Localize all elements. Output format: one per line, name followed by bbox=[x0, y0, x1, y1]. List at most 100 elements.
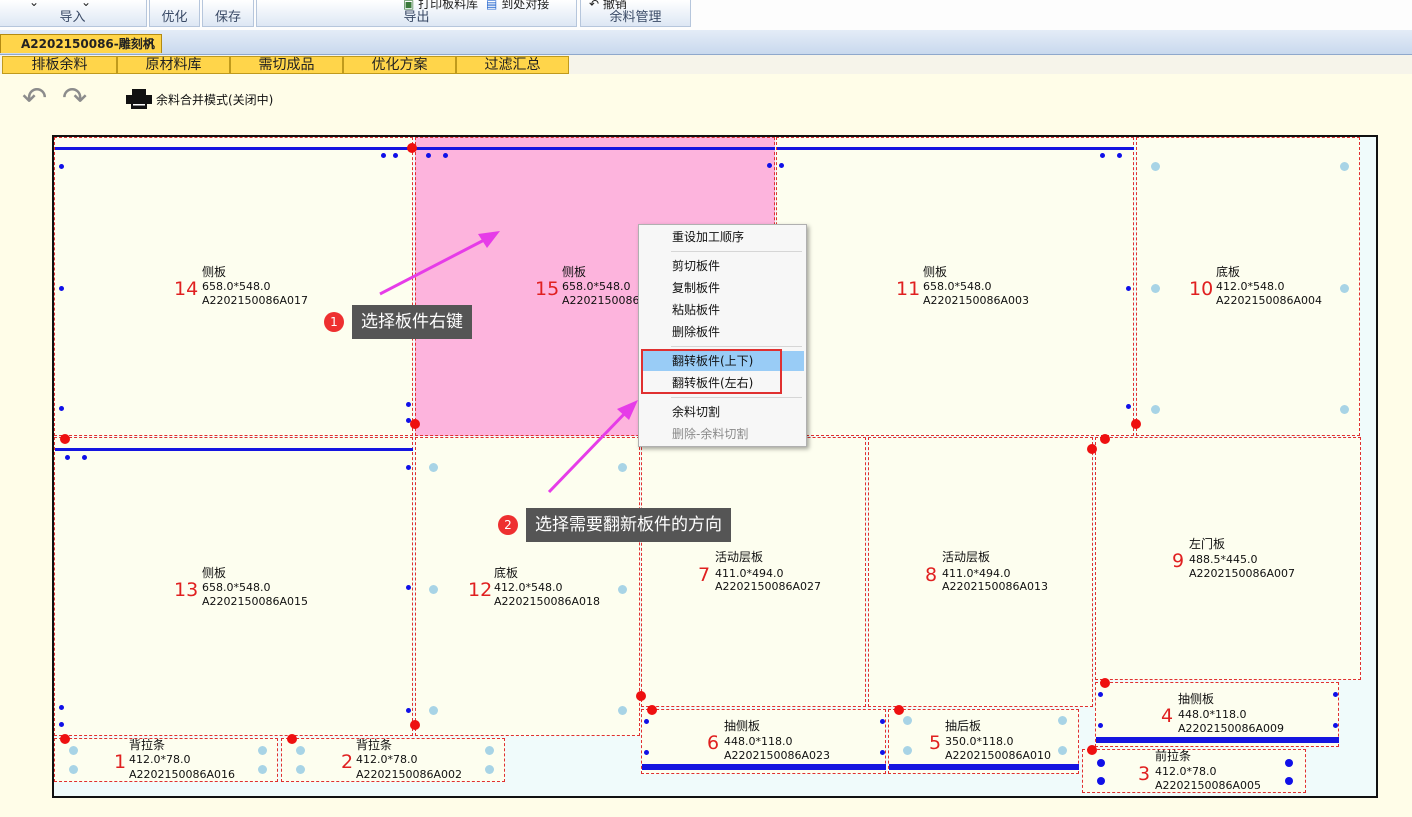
hole bbox=[767, 163, 772, 168]
panel-dimension: 412.0*78.0 bbox=[1155, 765, 1217, 778]
panel-6[interactable]: 6 抽侧板 448.0*118.0 A2202150086A023 bbox=[641, 709, 886, 774]
panel-name: 侧板 bbox=[923, 265, 948, 279]
redo-icon[interactable]: ↷ bbox=[62, 84, 87, 114]
hole bbox=[644, 750, 649, 755]
tab-material-library[interactable]: 原材料库 bbox=[117, 56, 230, 74]
hole bbox=[406, 708, 411, 713]
panel-13[interactable]: 13 侧板 658.0*548.0 A2202150086A015 bbox=[54, 437, 413, 736]
panel-number: 9 bbox=[1172, 550, 1185, 572]
callout-2: 选择需要翻新板件的方向 bbox=[526, 508, 731, 542]
hole bbox=[59, 705, 64, 710]
hole bbox=[903, 716, 912, 725]
hole bbox=[406, 585, 411, 590]
panel-number: 15 bbox=[535, 278, 560, 300]
panel-name: 侧板 bbox=[202, 265, 227, 279]
hole bbox=[59, 406, 64, 411]
panel-3[interactable]: 3 前拉条 412.0*78.0 A2202150086A005 bbox=[1082, 749, 1306, 793]
panel-number: 10 bbox=[1189, 278, 1214, 300]
panel-name: 侧板 bbox=[562, 265, 587, 279]
panel-5[interactable]: 5 抽后板 350.0*118.0 A2202150086A010 bbox=[888, 709, 1079, 774]
undo-icon[interactable]: ↶ bbox=[22, 84, 47, 114]
panel-12[interactable]: 12 底板 412.0*548.0 A2202150086A018 bbox=[415, 437, 640, 736]
sub-tab-bar: 排板余料 原材料库 需切成品 优化方案 过滤汇总 bbox=[0, 55, 1412, 74]
menu-item-cut-panel[interactable]: 剪切板件 bbox=[641, 256, 804, 276]
menu-item-delete-panel[interactable]: 删除板件 bbox=[641, 322, 804, 342]
panel-4[interactable]: 4 抽侧板 448.0*118.0 A2202150086A009 bbox=[1095, 682, 1339, 747]
panel-code: A2202150086A017 bbox=[202, 294, 309, 307]
dock-export-button[interactable]: 到处对接 bbox=[501, 0, 549, 11]
tab-cut-products[interactable]: 需切成品 bbox=[230, 56, 343, 74]
ribbon-group-label: 余料管理 bbox=[609, 10, 662, 25]
panel-dimension: 658.0*548.0 bbox=[562, 280, 631, 293]
panel-1[interactable]: 1 背拉条 412.0*78.0 A2202150086A016 bbox=[54, 738, 278, 782]
panel-code: A2202150086A018 bbox=[494, 595, 601, 608]
close-icon[interactable]: × bbox=[145, 35, 156, 53]
menu-item-paste-panel[interactable]: 粘贴板件 bbox=[641, 300, 804, 320]
ribbon-group-optimize[interactable]: 优化 bbox=[149, 0, 200, 27]
cut-start-marker bbox=[647, 705, 657, 715]
tab-filter-summary[interactable]: 过滤汇总 bbox=[456, 56, 569, 74]
hole bbox=[393, 153, 398, 158]
panel-number: 8 bbox=[925, 564, 938, 586]
menu-item-reset-order[interactable]: 重设加工顺序 bbox=[641, 227, 804, 247]
panel-dimension: 658.0*548.0 bbox=[202, 581, 271, 594]
hole bbox=[59, 722, 64, 727]
tab-optimize-plan[interactable]: 优化方案 bbox=[343, 56, 456, 74]
panel-number: 12 bbox=[468, 579, 493, 601]
ribbon-group-label: 导入 bbox=[59, 10, 86, 25]
hole bbox=[1100, 153, 1105, 158]
panel-code: A2202150086A003 bbox=[923, 294, 1030, 307]
hole bbox=[443, 153, 448, 158]
menu-item-copy-panel[interactable]: 复制板件 bbox=[641, 278, 804, 298]
panel-code: A2202150086A004 bbox=[1216, 294, 1323, 307]
ribbon: ⌄ ⌄ 导入 优化 保存 ▣ 打印板料库 ▤ 到处对接 导出 ↶ 撤销 余料管理 bbox=[0, 0, 1412, 30]
context-menu: 重设加工顺序 剪切板件 复制板件 粘贴板件 删除板件 翻转板件(上下) 翻转板件… bbox=[638, 224, 807, 447]
panel-dimension: 412.0*548.0 bbox=[494, 581, 563, 594]
edge-band bbox=[416, 147, 775, 150]
edge-band bbox=[1096, 737, 1339, 743]
menu-item-remnant-cut[interactable]: 余料切割 bbox=[641, 402, 804, 422]
panel-10[interactable]: 10 底板 412.0*548.0 A2202150086A004 bbox=[1136, 137, 1360, 436]
panel-dimension: 412.0*78.0 bbox=[356, 753, 418, 766]
remnant-merge-mode-toggle[interactable]: 余料合并模式(关闭中) bbox=[156, 91, 273, 108]
panel-name: 底板 bbox=[494, 566, 519, 580]
edge-band bbox=[777, 147, 1134, 150]
panel-dimension: 411.0*494.0 bbox=[715, 567, 784, 580]
hole bbox=[1126, 286, 1131, 291]
ribbon-group-import[interactable]: ⌄ ⌄ 导入 bbox=[0, 0, 147, 27]
hole bbox=[429, 463, 438, 472]
edge-band bbox=[55, 448, 413, 451]
hole bbox=[65, 455, 70, 460]
document-tab[interactable]: A2202150086-雕刻机 × bbox=[0, 34, 162, 53]
ribbon-group-export: ▣ 打印板料库 ▤ 到处对接 导出 bbox=[256, 0, 577, 27]
printer-icon[interactable] bbox=[126, 89, 154, 109]
panel-9[interactable]: 9 左门板 488.5*445.0 A2202150086A007 bbox=[1095, 437, 1361, 680]
tab-layout-remnant[interactable]: 排板余料 bbox=[2, 56, 117, 74]
panel-dimension: 411.0*494.0 bbox=[942, 567, 1011, 580]
callout-badge-1: 1 bbox=[324, 312, 344, 332]
hole bbox=[296, 746, 305, 755]
panel-number: 13 bbox=[174, 579, 199, 601]
hole bbox=[485, 746, 494, 755]
edge-band bbox=[55, 147, 413, 150]
panel-2[interactable]: 2 背拉条 412.0*78.0 A2202150086A002 bbox=[281, 738, 505, 782]
hole bbox=[1285, 777, 1293, 785]
cut-start-marker bbox=[1087, 745, 1097, 755]
ribbon-group-save[interactable]: 保存 bbox=[202, 0, 254, 27]
panel-number: 6 bbox=[707, 732, 720, 754]
panel-14[interactable]: 14 侧板 658.0*548.0 A2202150086A017 bbox=[54, 137, 413, 436]
panel-dimension: 658.0*548.0 bbox=[202, 280, 271, 293]
hole bbox=[59, 164, 64, 169]
menu-item-delete-remnant-cut: 删除-余料切割 bbox=[672, 427, 749, 441]
edge-band bbox=[889, 764, 1079, 770]
hole bbox=[1333, 723, 1338, 728]
panel-8[interactable]: 8 活动层板 411.0*494.0 A2202150086A013 bbox=[868, 437, 1093, 707]
cut-start-marker bbox=[410, 720, 420, 730]
panel-dimension: 350.0*118.0 bbox=[945, 735, 1014, 748]
hole bbox=[1098, 723, 1103, 728]
panel-7[interactable]: 7 活动层板 411.0*494.0 A2202150086A027 bbox=[641, 437, 866, 707]
hole bbox=[1333, 692, 1338, 697]
hole bbox=[1098, 692, 1103, 697]
panel-11[interactable]: 11 侧板 658.0*548.0 A2202150086A003 bbox=[776, 137, 1134, 436]
undo-small-icon: ↶ bbox=[589, 0, 600, 11]
